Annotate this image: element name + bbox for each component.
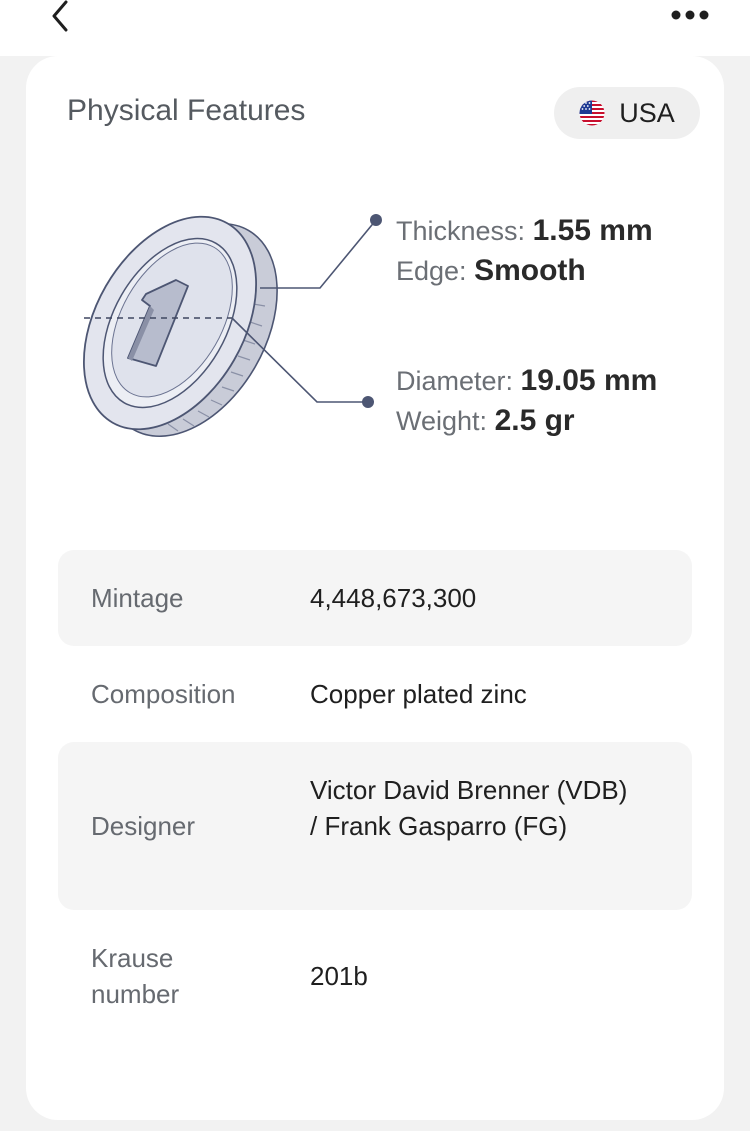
weight-value: 2.5 gr <box>494 404 575 437</box>
thickness-spec: Thickness: 1.55 mm <box>396 214 653 248</box>
diameter-value: 19.05 mm <box>520 364 658 397</box>
detail-value: Victor David Brenner (VDB) / Frank Gaspa… <box>310 775 628 841</box>
weight-spec: Weight: 2.5 gr <box>396 404 575 438</box>
detail-value: 4,448,673,300 <box>310 583 477 613</box>
detail-value: 201b <box>310 961 368 991</box>
top-bar <box>0 0 750 56</box>
diameter-label: Diameter: <box>396 366 514 396</box>
coin-illustration <box>82 214 382 438</box>
edge-label: Edge: <box>396 256 467 286</box>
detail-label: Mintage <box>91 583 184 613</box>
detail-label: Krause number <box>91 943 180 1009</box>
detail-row-mintage: Mintage 4,448,673,300 <box>58 550 692 646</box>
ellipsis-icon <box>671 10 709 20</box>
detail-label: Designer <box>91 811 196 841</box>
edge-value: Smooth <box>474 254 586 287</box>
detail-row-designer: Designer Victor David Brenner (VDB) / Fr… <box>58 742 692 910</box>
weight-label: Weight: <box>396 406 488 436</box>
diameter-spec: Diameter: 19.05 mm <box>396 364 657 398</box>
detail-row-krause: Krause number 201b <box>58 910 692 1042</box>
physical-features-card: Physical Features USA Thickness: 1.55 mm… <box>26 56 724 1120</box>
more-options-button[interactable] <box>664 0 716 30</box>
chevron-left-icon <box>52 0 68 32</box>
back-button[interactable] <box>40 0 80 36</box>
detail-value: Copper plated zinc <box>310 679 527 709</box>
thickness-label: Thickness: <box>396 216 526 246</box>
detail-label: Composition <box>91 679 236 709</box>
detail-row-composition: Composition Copper plated zinc <box>58 646 692 742</box>
edge-spec: Edge: Smooth <box>396 254 586 288</box>
thickness-value: 1.55 mm <box>532 214 653 247</box>
